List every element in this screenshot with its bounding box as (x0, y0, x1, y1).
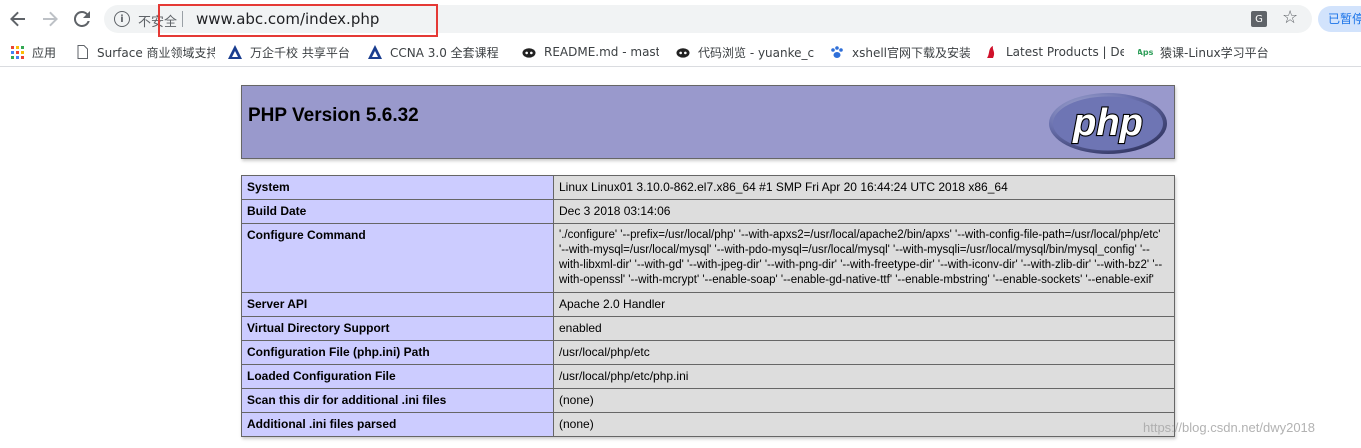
bookmark-apps[interactable]: 应用 (10, 42, 70, 62)
row-value: enabled (553, 316, 1175, 341)
translate-icon[interactable]: G (1251, 11, 1267, 27)
reload-icon[interactable] (71, 8, 93, 30)
apps-grid-icon (10, 45, 24, 59)
table-row: Virtual Directory Support enabled (241, 316, 1175, 341)
table-row: Configure Command './configure' '--prefi… (241, 223, 1175, 293)
row-key: Build Date (241, 199, 554, 224)
forward-arrow-icon[interactable] (39, 8, 61, 30)
row-value: /usr/local/php/etc (553, 340, 1175, 365)
row-value: (none) (553, 388, 1175, 413)
bookmark-apelearn[interactable]: Aps 猿课-Linux学习平台 (1138, 42, 1278, 62)
table-row: Scan this dir for additional .ini files … (241, 388, 1175, 413)
row-key: Configure Command (241, 223, 554, 293)
bookmark-ccna[interactable]: CCNA 3.0 全套课程 (368, 42, 508, 62)
row-key: Configuration File (php.ini) Path (241, 340, 554, 365)
page-icon (75, 45, 89, 59)
bookmark-xshell[interactable]: xshell官网下载及安装 (830, 42, 970, 62)
bookmark-latest-products[interactable]: Latest Products | De (984, 42, 1124, 62)
row-key: System (241, 175, 554, 200)
bookmark-surface[interactable]: Surface 商业领域支持 (75, 42, 215, 62)
php-logo-text: php (1072, 102, 1143, 144)
bookmark-wanqi[interactable]: 万企千校 共享平台 (228, 42, 354, 62)
bookmarks-bar: 应用 Surface 商业领域支持 万企千校 共享平台 CCNA 3.0 全套课… (0, 38, 1361, 67)
row-value: Dec 3 2018 03:14:06 (553, 199, 1175, 224)
back-arrow-icon[interactable] (7, 8, 29, 30)
php-logo[interactable]: php (1048, 92, 1168, 155)
profile-paused-button[interactable]: 已暂停 (1318, 6, 1361, 32)
bookmark-star-icon[interactable]: ☆ (1282, 7, 1298, 28)
github-icon (522, 45, 536, 59)
table-row: Additional .ini files parsed (none) (241, 412, 1175, 437)
bookmark-readme[interactable]: README.md - master (522, 42, 659, 62)
browser-toolbar: i 不安全 www.abc.com/index.php G ☆ 已暂停 (0, 0, 1361, 38)
row-value: Linux Linux01 3.10.0-862.el7.x86_64 #1 S… (553, 175, 1175, 200)
bookmark-label: 猿课-Linux学习平台 (1160, 45, 1269, 60)
row-value: Apache 2.0 Handler (553, 292, 1175, 317)
apes-logo-icon: Aps (1138, 47, 1154, 57)
row-value: './configure' '--prefix=/usr/local/php' … (553, 223, 1175, 293)
bookmark-label: 代码浏览 - yuanke_c (698, 45, 815, 60)
table-row: Loaded Configuration File /usr/local/php… (241, 364, 1175, 389)
bookmark-label: Latest Products | De (1006, 45, 1124, 59)
row-key: Virtual Directory Support (241, 316, 554, 341)
bookmark-label: Surface 商业领域支持 (97, 45, 215, 60)
table-row: Server API Apache 2.0 Handler (241, 292, 1175, 317)
paw-icon (830, 45, 844, 59)
bookmark-label: xshell官网下载及安装 (852, 45, 970, 60)
table-row: Build Date Dec 3 2018 03:14:06 (241, 199, 1175, 224)
watermark-text: https://blog.csdn.net/dwy2018 (1143, 420, 1316, 435)
row-key: Loaded Configuration File (241, 364, 554, 389)
bookmark-label: 应用 (32, 45, 57, 60)
url-highlight-box (158, 4, 438, 37)
bookmark-label: 万企千校 共享平台 (250, 45, 350, 60)
red-logo-icon (984, 45, 998, 59)
php-version-title: PHP Version 5.6.32 (248, 105, 419, 126)
bookmark-label: README.md - master (544, 45, 659, 59)
triangle-logo-icon (368, 45, 382, 59)
info-icon[interactable]: i (114, 11, 130, 27)
row-value: (none) (553, 412, 1175, 437)
php-version-header: PHP Version 5.6.32 php (241, 85, 1175, 159)
table-row: Configuration File (php.ini) Path /usr/l… (241, 340, 1175, 365)
bookmark-code-browse[interactable]: 代码浏览 - yuanke_c (676, 42, 816, 62)
row-key: Additional .ini files parsed (241, 412, 554, 437)
table-row: System Linux Linux01 3.10.0-862.el7.x86_… (241, 175, 1175, 200)
triangle-logo-icon (228, 45, 242, 59)
row-key: Scan this dir for additional .ini files (241, 388, 554, 413)
phpinfo-table: System Linux Linux01 3.10.0-862.el7.x86_… (241, 175, 1175, 437)
bookmark-label: CCNA 3.0 全套课程 (390, 45, 499, 60)
row-key: Server API (241, 292, 554, 317)
row-value: /usr/local/php/etc/php.ini (553, 364, 1175, 389)
github-icon (676, 45, 690, 59)
